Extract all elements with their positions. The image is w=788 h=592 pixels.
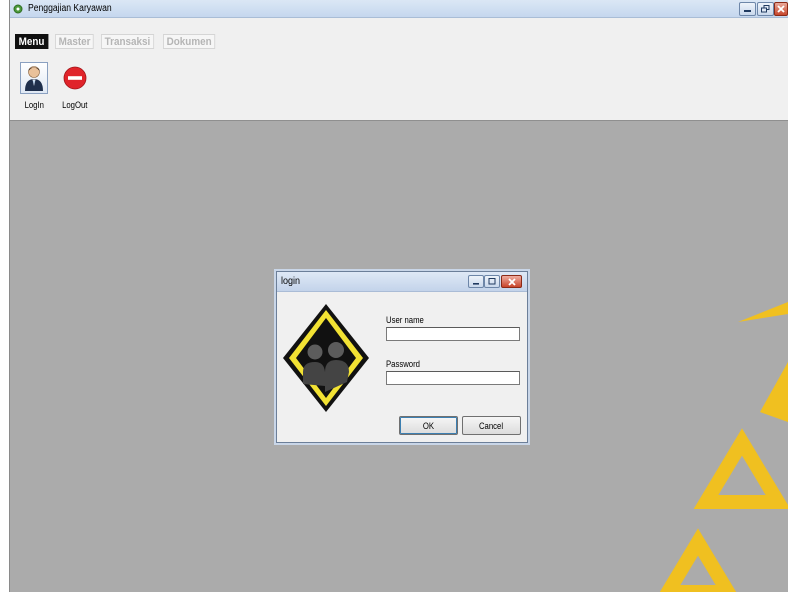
cancel-label: Cancel: [479, 420, 504, 431]
maximize-icon: [488, 278, 496, 285]
login-icon-frame: [20, 62, 48, 94]
close-icon: [777, 5, 785, 13]
app-icon: [13, 4, 23, 13]
minimize-icon: [744, 10, 751, 12]
dialog-title-bar[interactable]: login: [277, 272, 527, 292]
login-dialog: login User name Password OK Cancel: [276, 271, 528, 443]
logout-label: LogOut: [62, 100, 88, 110]
dialog-minimize-button[interactable]: [468, 275, 484, 288]
restore-button[interactable]: [757, 2, 774, 16]
dialog-maximize-button[interactable]: [484, 275, 500, 288]
minimize-icon: [473, 282, 479, 285]
username-label: User name: [386, 315, 424, 325]
tab-transaksi[interactable]: Transaksi: [101, 34, 155, 49]
cancel-button[interactable]: Cancel: [462, 416, 521, 435]
user-icon: [25, 66, 43, 91]
dialog-title: login: [281, 276, 301, 287]
username-field[interactable]: [386, 327, 520, 341]
users-warning-icon: [283, 304, 369, 412]
menu-bar: Menu Master Transaksi Dokumen: [15, 34, 221, 49]
logout-icon: [63, 66, 87, 90]
logout-icon-frame: [61, 62, 89, 94]
dialog-close-button[interactable]: [501, 275, 522, 288]
mdi-client-area: login User name Password OK Cancel: [10, 121, 788, 592]
logout-button[interactable]: LogOut: [56, 62, 94, 110]
main-window: Penggajian Karyawan Menu Master Transaks…: [9, 0, 788, 592]
title-bar[interactable]: Penggajian Karyawan: [10, 0, 788, 18]
ok-button[interactable]: OK: [399, 416, 458, 435]
ribbon-toolbar: LogIn LogOut: [10, 62, 788, 120]
password-field[interactable]: [386, 371, 520, 385]
tab-menu[interactable]: Menu: [15, 34, 49, 49]
login-button[interactable]: LogIn: [15, 62, 53, 110]
restore-icon: [761, 5, 770, 13]
tab-dokumen[interactable]: Dokumen: [162, 34, 216, 49]
window-title: Penggajian Karyawan: [28, 3, 112, 14]
password-label: Password: [386, 359, 420, 369]
login-label: LogIn: [24, 100, 44, 110]
ok-label: OK: [422, 420, 435, 431]
close-button[interactable]: [774, 2, 788, 16]
close-icon: [507, 277, 516, 286]
tab-master[interactable]: Master: [54, 34, 94, 49]
minimize-button[interactable]: [739, 2, 756, 16]
